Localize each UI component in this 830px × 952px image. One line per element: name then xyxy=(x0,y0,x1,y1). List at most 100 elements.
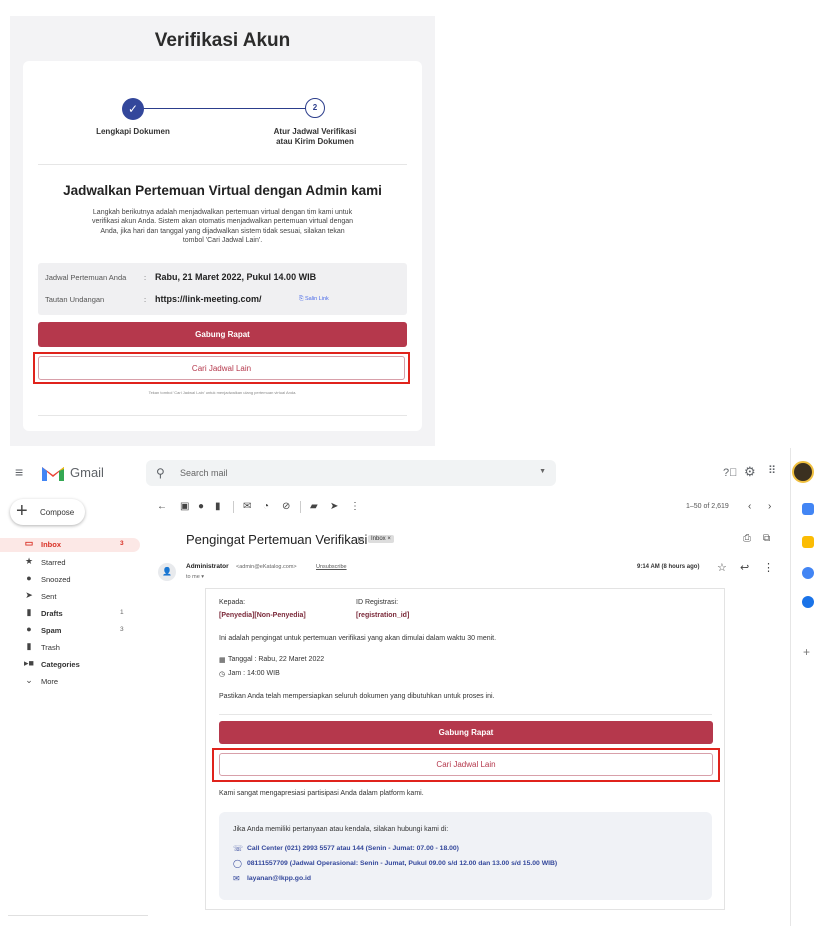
sidebar-item-more[interactable]: ⌄ More xyxy=(0,675,140,689)
description-line: Anda, jika hari dan tanggal yang dijadwa… xyxy=(100,227,345,235)
avatar[interactable] xyxy=(792,461,814,483)
search-input[interactable]: Search mail xyxy=(180,468,228,478)
print-icon[interactable]: ⎙ xyxy=(743,533,751,544)
divider xyxy=(38,164,407,165)
sidebar-item-drafts[interactable]: ▮ Drafts 1 xyxy=(0,607,140,621)
contact-email[interactable]: layanan@lkpp.go.id xyxy=(247,875,311,882)
label-icon: ▸■ xyxy=(24,658,34,668)
sidebar-item-inbox[interactable]: ▭ Inbox 3 xyxy=(0,538,140,552)
spam-icon: ● xyxy=(26,624,32,634)
email-time: 9:14 AM (8 hours ago) xyxy=(637,564,700,570)
description-line: tombol 'Cari Jadwal Lain'. xyxy=(182,236,263,244)
menu-icon[interactable]: ≡ xyxy=(15,465,23,479)
section-heading: Jadwalkan Pertemuan Virtual dengan Admin… xyxy=(63,183,382,198)
mail-icon: ✉ xyxy=(233,874,240,883)
nav-label: More xyxy=(41,677,59,686)
nav-label: Sent xyxy=(41,592,57,601)
gmail-brand: Gmail xyxy=(70,465,104,480)
clock-small-icon: ◷ xyxy=(219,671,226,678)
add-task-icon[interactable]: ⊘ xyxy=(282,502,290,512)
more-options-icon[interactable]: ⋮ xyxy=(350,502,360,512)
clock-icon: ● xyxy=(26,573,32,583)
sender-email: <admin@eKatalog.com> xyxy=(236,564,297,570)
mark-unread-icon[interactable]: ✉ xyxy=(243,502,251,512)
sidebar-item-snoozed[interactable]: ● Snoozed xyxy=(0,573,140,587)
sidebar-item-trash[interactable]: ▮ Trash xyxy=(0,641,140,655)
search-bar[interactable]: ⚲ Search mail ▼ xyxy=(146,460,556,486)
back-arrow-icon[interactable]: ← xyxy=(157,502,167,512)
settings-icon[interactable]: ⚙ xyxy=(744,465,756,478)
phone-icon: ☏ xyxy=(233,844,244,853)
delete-icon[interactable]: ▮ xyxy=(215,502,221,512)
join-meeting-button[interactable]: Gabung Rapat xyxy=(219,721,713,744)
label-tag-icon[interactable]: ➤ xyxy=(330,502,338,512)
unsubscribe-link[interactable]: Unsubscribe xyxy=(316,564,347,570)
star-icon[interactable]: ☆ xyxy=(717,561,727,574)
plus-icon: + xyxy=(16,500,28,522)
divider xyxy=(300,501,301,513)
to-label: Kepada: xyxy=(219,599,246,606)
nav-label: Drafts xyxy=(41,609,63,618)
pagination: 1–50 of 2,619 xyxy=(686,503,729,510)
meeting-info-box: Jadwal Pertemuan Anda : Rabu, 21 Maret 2… xyxy=(38,263,407,315)
search-options-icon[interactable]: ▼ xyxy=(539,468,546,475)
contacts-icon[interactable] xyxy=(802,596,814,608)
sidebar-item-starred[interactable]: ★ Starred xyxy=(0,556,140,570)
separator: : xyxy=(144,295,147,304)
prev-page-icon[interactable]: ‹ xyxy=(748,502,751,512)
chevron-down-icon: ⌄ xyxy=(25,675,33,685)
intro-text: Ini adalah pengingat untuk pertemuan ver… xyxy=(219,635,497,642)
whatsapp-icon: ◯ xyxy=(233,859,242,868)
thanks-text: Kami sangat mengapresiasi partisipasi An… xyxy=(219,790,424,797)
step-2-indicator: 2 xyxy=(305,98,325,118)
step-1-label: Lengkapi Dokumen xyxy=(96,127,170,136)
contact-box: Jika Anda memiliki pertanyaan atau kenda… xyxy=(219,812,712,900)
copy-link-button[interactable]: ⎘ Salin Link xyxy=(299,296,329,303)
calendar-icon[interactable] xyxy=(802,503,814,515)
reg-label: ID Registrasi: xyxy=(356,599,399,606)
gmail-logo-icon xyxy=(40,463,66,483)
call-center: Call Center (021) 2993 5577 atau 144 (Se… xyxy=(247,845,459,852)
whatsapp-number: 08111557709 (Jadwal Operasional: Senin -… xyxy=(247,860,558,867)
search-icon[interactable]: ⚲ xyxy=(156,466,165,480)
move-to-icon[interactable]: ▰ xyxy=(310,502,318,512)
reply-icon[interactable]: ↩ xyxy=(740,561,749,574)
compose-button[interactable]: + Compose xyxy=(10,499,85,525)
sidebar-item-sent[interactable]: ➤ Sent xyxy=(0,590,140,604)
more-icon[interactable]: ⋮ xyxy=(763,561,774,574)
recipient-toggle[interactable]: to me ▾ xyxy=(186,574,204,580)
other-schedule-button[interactable]: Cari Jadwal Lain xyxy=(219,753,713,776)
nav-count: 1 xyxy=(120,609,124,616)
step-2-label-line2: atau Kirim Dokumen xyxy=(276,137,354,146)
help-icon[interactable]: ?⃝ xyxy=(723,468,737,479)
verification-page: Verifikasi Akun ✓ 2 Lengkapi Dokumen Atu… xyxy=(10,16,435,446)
email-body: Kepada: [Penyedia][Non-Penyedia] ID Regi… xyxy=(205,588,725,910)
meeting-value: Rabu, 21 Maret 2022, Pukul 14.00 WIB xyxy=(155,272,317,282)
sidebar-item-spam[interactable]: ● Spam 3 xyxy=(0,624,140,638)
next-page-icon[interactable]: › xyxy=(768,502,771,512)
nav-label: Categories xyxy=(41,660,80,669)
inbox-badge[interactable]: Inbox × xyxy=(368,535,394,543)
tasks-icon[interactable] xyxy=(802,567,814,579)
email-subject: Pengingat Pertemuan Verifikasi xyxy=(186,532,368,547)
page-title: Verifikasi Akun xyxy=(154,30,291,51)
open-new-window-icon[interactable]: ⧉ xyxy=(763,533,770,544)
divider xyxy=(8,915,148,916)
join-meeting-button[interactable]: Gabung Rapat xyxy=(38,322,407,347)
archive-icon[interactable]: ▣ xyxy=(180,502,189,512)
apps-icon[interactable]: ⠿ xyxy=(768,466,776,477)
trash-icon: ▮ xyxy=(26,641,32,651)
report-spam-icon[interactable]: ● xyxy=(198,502,204,512)
snooze-icon[interactable]: ◔ xyxy=(263,502,269,512)
important-icon[interactable]: ᐅ xyxy=(357,535,364,546)
add-app-icon[interactable]: + xyxy=(803,645,810,659)
nav-count: 3 xyxy=(120,626,124,633)
meeting-link[interactable]: https://link-meeting.com/ xyxy=(155,294,262,304)
divider xyxy=(219,714,712,715)
sidebar-item-categories[interactable]: ▸■ Categories xyxy=(0,658,140,672)
step-2-label-line1: Atur Jadwal Verifikasi xyxy=(273,127,357,136)
nav-label: Inbox xyxy=(41,540,61,549)
keep-icon[interactable] xyxy=(802,536,814,548)
helper-note: Tekan tombol 'Cari Jadwal Lain' untuk me… xyxy=(148,390,297,395)
other-schedule-button[interactable]: Cari Jadwal Lain xyxy=(38,356,405,380)
